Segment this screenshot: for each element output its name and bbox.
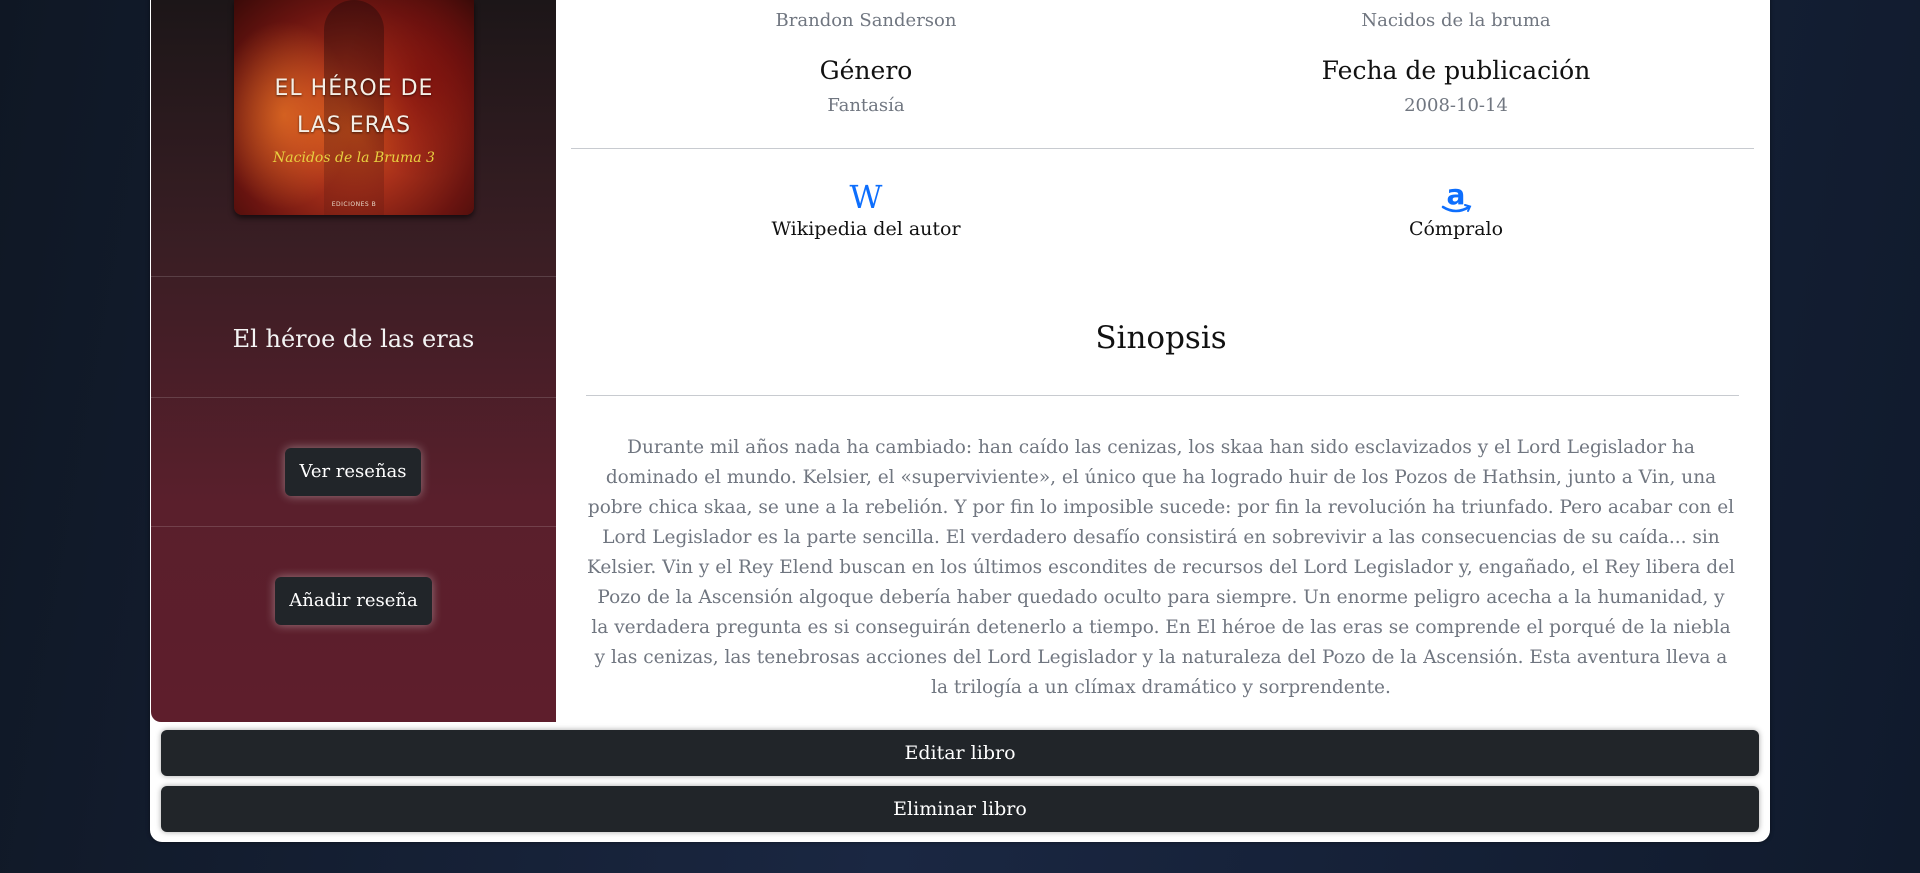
- genre-label: Género: [819, 56, 913, 85]
- saga-info: Nacidos de la bruma: [1161, 10, 1751, 31]
- svg-text:a: a: [1447, 180, 1466, 211]
- book-cover-image: EL HÉROE DE LAS ERAS Nacidos de la Bruma…: [234, 0, 474, 215]
- cover-title: EL HÉROE DE LAS ERAS: [234, 70, 474, 144]
- sidebar-divider: [151, 397, 556, 398]
- buy-link-label: Cómpralo: [1408, 218, 1504, 240]
- book-title: El héroe de las eras: [232, 325, 475, 353]
- wikipedia-icon: W: [849, 178, 883, 216]
- book-sidebar: EL HÉROE DE LAS ERAS Nacidos de la Bruma…: [151, 0, 556, 722]
- cover-title-line2: LAS ERAS: [296, 113, 412, 138]
- wikipedia-link-label: Wikipedia del autor: [771, 218, 961, 240]
- genre-info: Género Fantasía: [571, 56, 1161, 116]
- date-info: Fecha de publicación 2008-10-14: [1161, 56, 1751, 116]
- synopsis-text: Durante mil años nada ha cambiado: han c…: [587, 437, 1735, 698]
- amazon-icon: a: [1161, 178, 1751, 214]
- add-review-button[interactable]: Añadir reseña: [275, 577, 432, 625]
- edit-book-button[interactable]: Editar libro: [161, 730, 1759, 776]
- delete-book-button[interactable]: Eliminar libro: [161, 786, 1759, 832]
- synopsis-heading: Sinopsis: [1095, 320, 1227, 356]
- author-info: Brandon Sanderson: [571, 10, 1161, 31]
- details-divider: [571, 148, 1754, 149]
- genre-value: Fantasía: [827, 95, 905, 116]
- saga-value: Nacidos de la bruma: [1361, 10, 1551, 31]
- author-wikipedia-link[interactable]: W Wikipedia del autor: [571, 180, 1161, 240]
- buy-link[interactable]: a Cómpralo: [1161, 178, 1751, 240]
- synopsis-divider: [586, 395, 1739, 396]
- cover-title-line1: EL HÉROE DE: [274, 76, 434, 101]
- sidebar-divider: [151, 276, 556, 277]
- view-reviews-button[interactable]: Ver reseñas: [285, 448, 421, 496]
- author-value: Brandon Sanderson: [775, 10, 957, 31]
- cover-series: Nacidos de la Bruma 3: [273, 150, 435, 166]
- date-label: Fecha de publicación: [1321, 56, 1591, 85]
- cover-publisher: EDICIONES B: [331, 201, 377, 208]
- date-value: 2008-10-14: [1404, 95, 1508, 116]
- sidebar-divider: [151, 526, 556, 527]
